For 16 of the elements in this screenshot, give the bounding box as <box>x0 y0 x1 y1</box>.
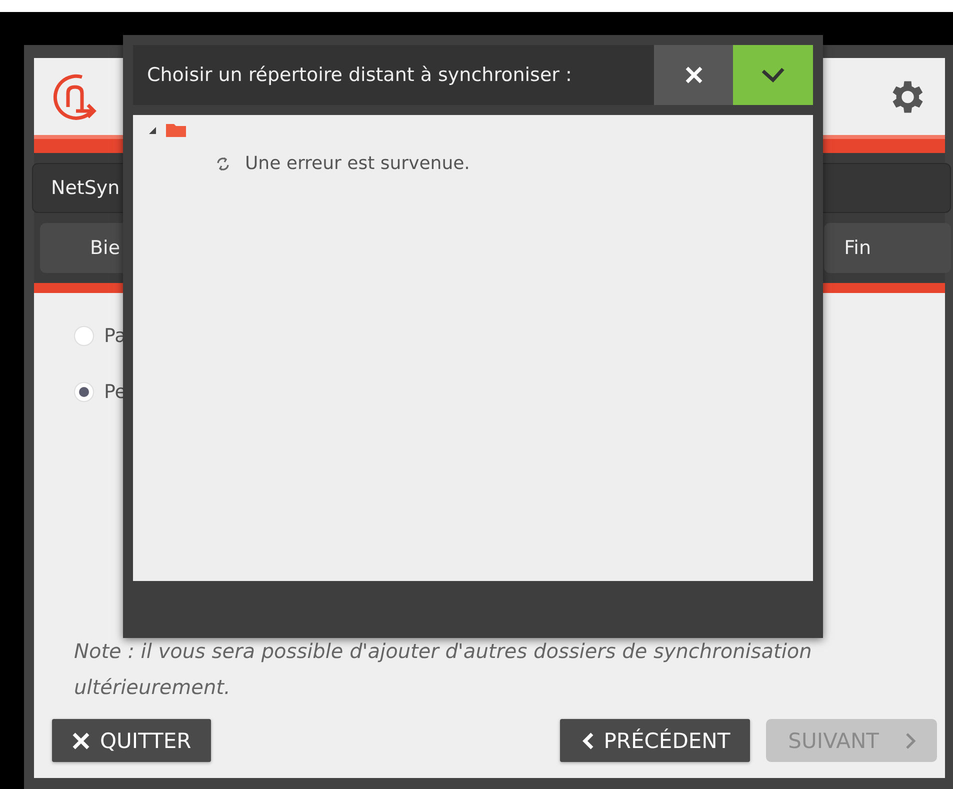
close-icon <box>72 732 90 750</box>
dialog-title: Choisir un répertoire distant à synchroniser : <box>146 64 573 86</box>
previous-button[interactable]: PRÉCÉDENT <box>560 719 750 762</box>
refresh-icon <box>215 156 231 172</box>
error-message: Une erreur est survenue. <box>245 153 470 174</box>
radio-button[interactable] <box>74 382 94 402</box>
expanded-triangle-icon[interactable] <box>149 126 156 134</box>
radio-button[interactable] <box>74 326 94 346</box>
chevron-right-icon <box>905 732 917 750</box>
step-tab[interactable]: Fin <box>824 223 951 273</box>
cancel-button[interactable] <box>654 45 733 105</box>
checkmark-icon <box>761 67 785 83</box>
chevron-left-icon <box>582 732 594 750</box>
close-icon <box>684 65 704 85</box>
quit-button[interactable]: QUITTER <box>52 719 212 762</box>
note-text: Note : il vous sera possible d'ajouter d'autres dossiers de synchronisation ultérieurement. <box>73 638 813 701</box>
